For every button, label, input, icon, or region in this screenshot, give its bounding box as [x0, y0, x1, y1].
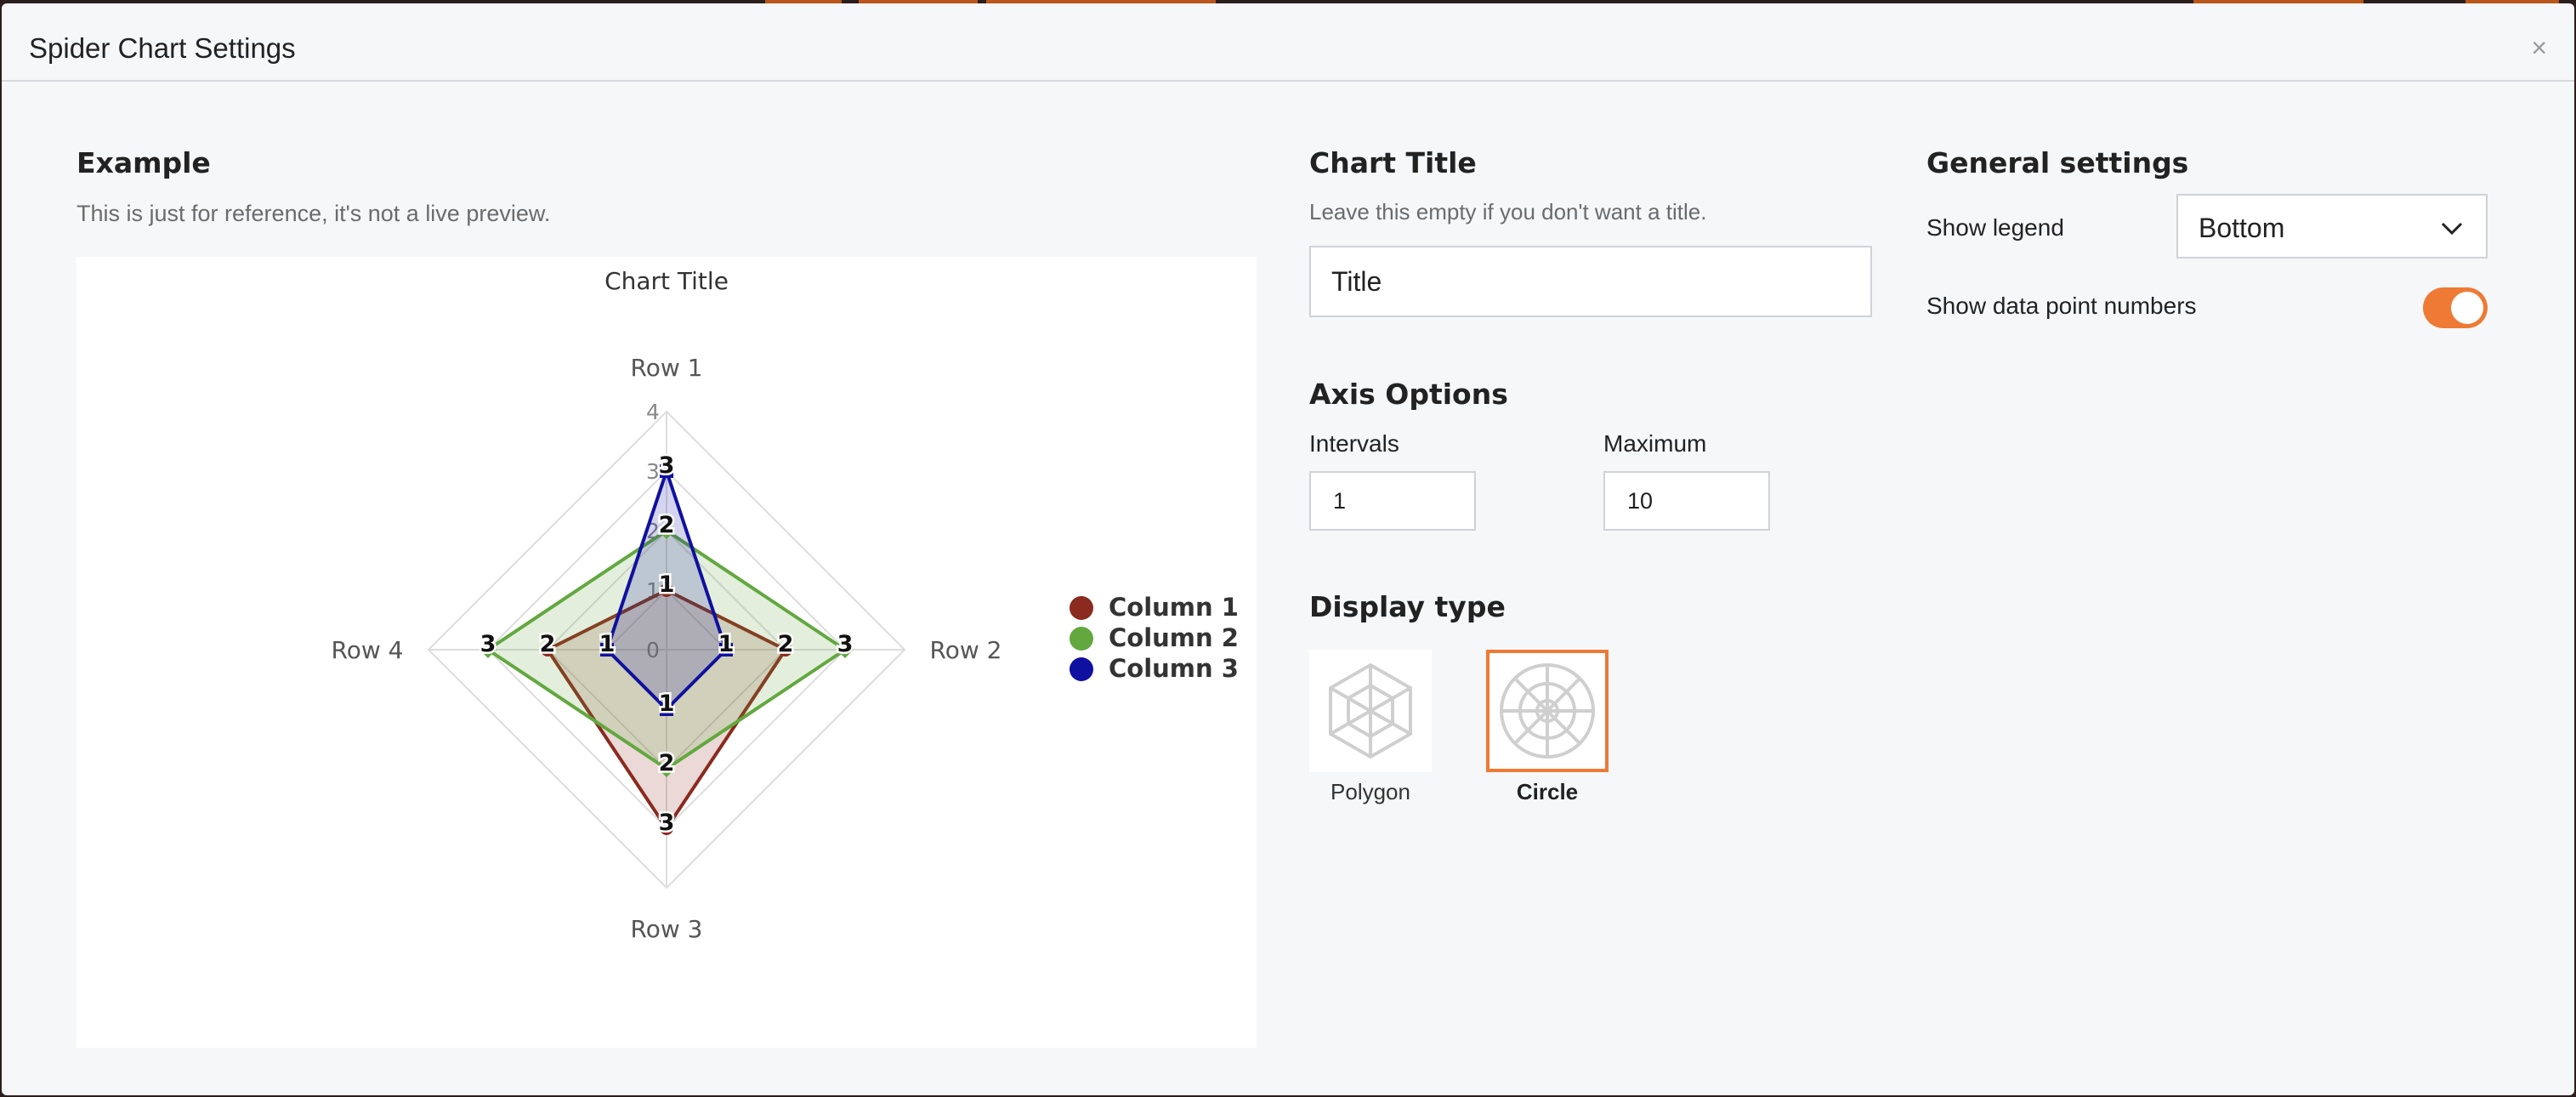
polygon-web-icon — [1309, 650, 1432, 772]
data-label: 3 — [837, 631, 854, 657]
maximum-input[interactable] — [1603, 471, 1770, 531]
category-label: Row 1 — [631, 354, 703, 382]
legend-label: Column 3 — [1109, 654, 1239, 683]
show-numbers-label: Show data point numbers — [1926, 293, 2197, 319]
category-label: Row 2 — [930, 636, 1002, 664]
circle-label: Circle — [1516, 779, 1579, 804]
general-settings-heading: General settings — [1926, 146, 2189, 179]
legend-marker — [1070, 596, 1093, 620]
chevron-down-icon — [2441, 222, 2463, 236]
data-label: 3 — [659, 810, 675, 836]
data-label: 3 — [659, 452, 675, 479]
chart-title-input[interactable] — [1309, 246, 1872, 317]
show-numbers-toggle[interactable] — [2423, 287, 2488, 328]
example-chart: Chart Title 0 1 2 3 4 Row 1 Row 2 Row 3 Row 41232… — [77, 257, 1257, 1048]
data-label: 3 — [480, 631, 496, 657]
display-type-heading: Display type — [1309, 590, 1506, 623]
legend-marker — [1070, 657, 1093, 681]
category-label: Row 4 — [332, 636, 404, 664]
data-label: 1 — [599, 631, 616, 657]
example-heading: Example — [77, 146, 211, 179]
dialog-header: Spider Chart Settings × — [2, 3, 2574, 82]
data-label: 2 — [659, 512, 675, 538]
show-legend-value: Bottom — [2199, 213, 2285, 243]
show-legend-label: Show legend — [1926, 214, 2064, 241]
chart-title: Chart Title — [604, 267, 729, 295]
show-legend-select[interactable]: Bottom — [2176, 194, 2488, 259]
legend-marker — [1070, 627, 1093, 651]
dialog-title: Spider Chart Settings — [29, 32, 296, 64]
circle-web-icon — [1486, 650, 1609, 772]
legend-label: Column 1 — [1109, 593, 1239, 622]
data-label: 1 — [659, 571, 675, 598]
chart-title-subtext: Leave this empty if you don't want a tit… — [1309, 199, 1707, 225]
spider-chart: Chart Title01234Row 1Row 2Row 3Row 41232… — [332, 267, 1239, 943]
legend-label: Column 2 — [1109, 623, 1239, 652]
intervals-input[interactable] — [1309, 471, 1476, 531]
data-label: 1 — [718, 631, 735, 657]
data-label: 2 — [778, 631, 794, 657]
close-icon[interactable]: × — [2531, 34, 2547, 61]
axis-tick-label: 3 — [646, 459, 660, 484]
data-label: 2 — [659, 750, 675, 776]
axis-options-heading: Axis Options — [1309, 378, 1508, 411]
intervals-label: Intervals — [1309, 430, 1399, 457]
axis-tick-label: 4 — [646, 400, 660, 424]
spider-chart-settings-dialog: Spider Chart Settings × Example This is … — [2, 3, 2574, 1095]
example-subtext: This is just for reference, it's not a l… — [77, 201, 551, 226]
data-label: 2 — [540, 631, 556, 657]
maximum-label: Maximum — [1603, 430, 1707, 457]
polygon-label: Polygon — [1331, 779, 1410, 804]
data-label: 1 — [659, 691, 675, 717]
chart-title-heading: Chart Title — [1309, 146, 1477, 179]
toggle-knob — [2451, 292, 2483, 324]
category-label: Row 3 — [631, 915, 703, 943]
